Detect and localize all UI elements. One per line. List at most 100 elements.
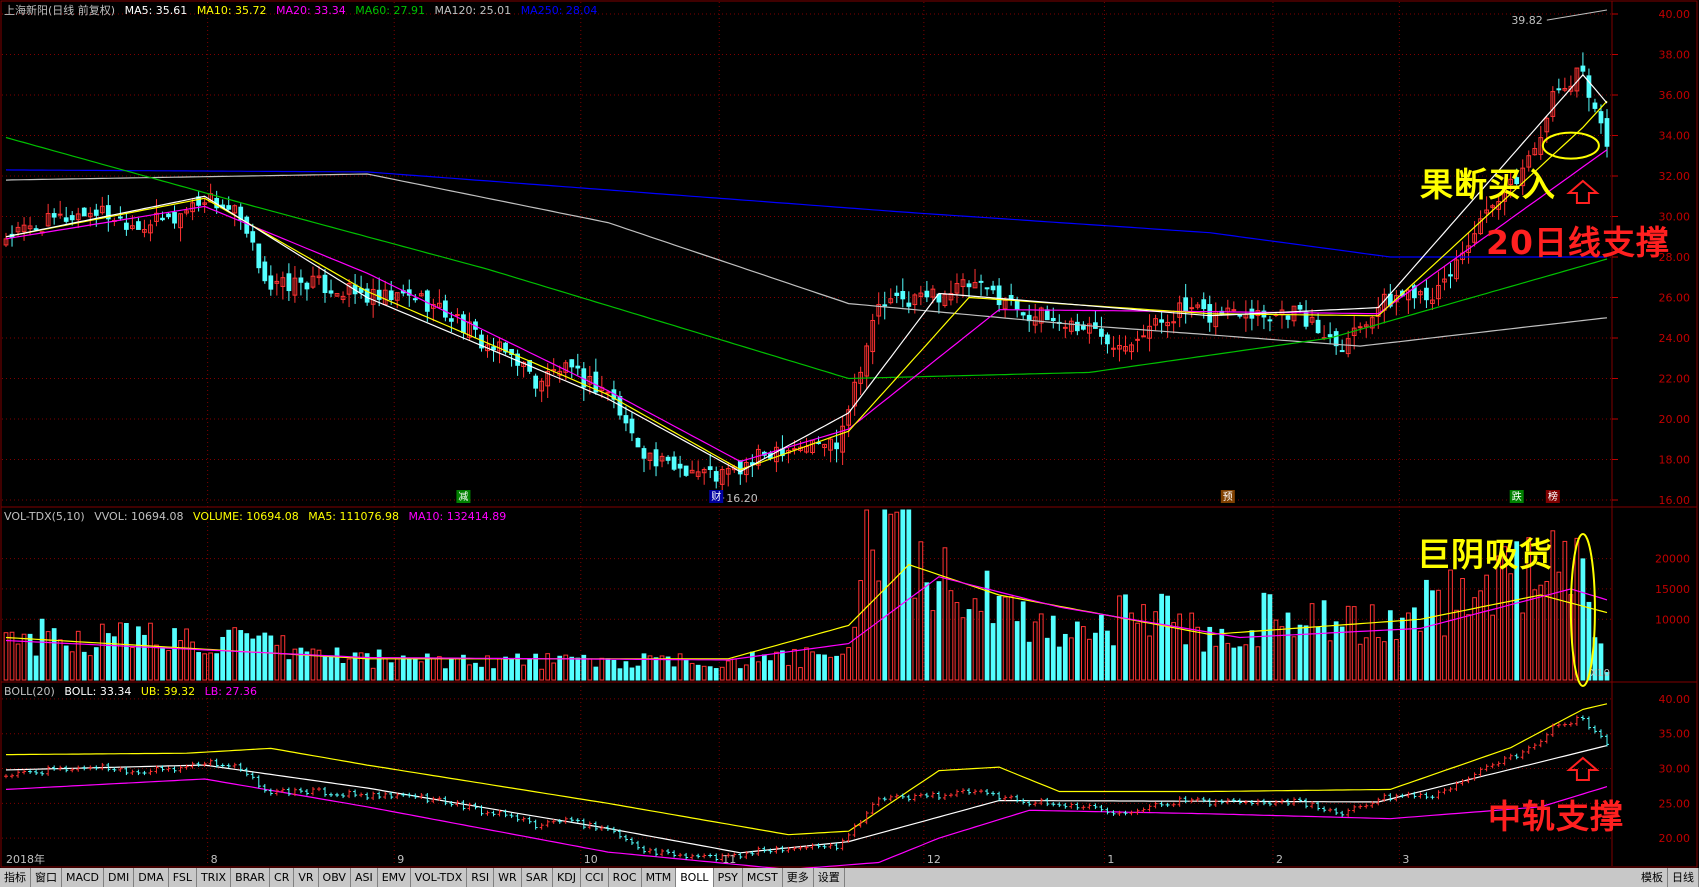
volume-bar (1093, 632, 1098, 681)
volume-bar (1418, 630, 1423, 681)
volume-bar (1363, 637, 1369, 681)
volume-bar (882, 509, 888, 681)
candle (665, 456, 671, 461)
date-label: 3 (1402, 853, 1409, 866)
date-label: 11 (722, 853, 736, 866)
indicator-tab-7[interactable]: BRAR (231, 868, 271, 887)
volume-unit-label: X10 (1590, 668, 1610, 679)
boll-tick-label: 40.00 (1659, 693, 1691, 706)
indicator-tab-9[interactable]: VR (294, 868, 319, 887)
volume-bar (1225, 642, 1231, 681)
volume-bar (1255, 646, 1261, 681)
indicator-tab-12[interactable]: EMV (378, 868, 411, 887)
indicator-tab-1[interactable]: 窗口 (31, 868, 62, 887)
indicator-tab-16[interactable]: SAR (522, 868, 554, 887)
date-label: 2018年 (6, 852, 45, 866)
indicator-tab-20[interactable]: MTM (642, 868, 677, 887)
volume-bar (33, 655, 39, 681)
volume-label: VOLUME: 10694.08 (193, 510, 299, 523)
support-arrow-icon (1566, 179, 1600, 204)
volume-bar (828, 656, 833, 681)
indicator-tab-21[interactable]: BOLL (676, 868, 714, 887)
volume-bar (822, 654, 827, 681)
volume-bar (1436, 589, 1441, 681)
candle (894, 292, 900, 296)
volume-bar (1381, 641, 1387, 681)
volume-bar (605, 658, 611, 681)
volume-bar (1020, 601, 1026, 681)
candle (322, 274, 328, 294)
volume-bar (9, 631, 15, 681)
volume-bar (852, 626, 858, 681)
volume-bar (575, 657, 581, 681)
volume-bar (3, 632, 9, 681)
indicator-tab-4[interactable]: DMA (134, 868, 169, 887)
volume-bar (1339, 626, 1345, 681)
volume-bar (1014, 621, 1020, 681)
chart-canvas[interactable]: 40.0038.0036.0034.0032.0030.0028.0026.00… (0, 0, 1699, 868)
indicator-tab-11[interactable]: ASI (351, 868, 378, 887)
volume-bar (930, 610, 936, 681)
indicator-tab-bar: 指标 窗口 MACD DMI DMA FSL TRIX BRAR CR VR OBV ASI EMV VO… (0, 868, 1699, 887)
indicator-tab-13[interactable]: VOL-TDX (411, 868, 468, 887)
volume-bar (1267, 594, 1273, 681)
volume-bar (912, 597, 918, 681)
template-button[interactable]: 模板 (1637, 868, 1668, 887)
candle (461, 314, 466, 334)
indicator-tab-18[interactable]: CCI (581, 868, 609, 887)
annotation-volume: 巨阴吸货 (1417, 535, 1553, 574)
candle (388, 290, 394, 301)
indicator-tab-24[interactable]: 更多 (783, 868, 814, 887)
candle (575, 365, 581, 369)
volume-bar (1002, 596, 1008, 681)
period-button[interactable]: 日线 (1668, 868, 1699, 887)
indicator-tab-5[interactable]: FSL (169, 868, 197, 887)
indicator-tab-23[interactable]: MCST (743, 868, 783, 887)
candle (1014, 299, 1020, 311)
indicator-tab-6[interactable]: TRIX (197, 868, 232, 887)
indicator-tab-19[interactable]: ROC (609, 868, 642, 887)
low-price-label: 16.20 (726, 492, 758, 505)
indicator-tab-17[interactable]: KDJ (553, 868, 581, 887)
candle (1598, 111, 1604, 124)
boll-tick-label: 35.00 (1659, 728, 1691, 741)
candle (250, 231, 256, 243)
volume-bar (623, 661, 629, 681)
indicator-tab-14[interactable]: RSI (467, 868, 495, 887)
volume-bar (418, 661, 424, 681)
volume-bar (984, 570, 990, 681)
volume-bar (1177, 613, 1183, 681)
candle (635, 437, 641, 448)
volume-bar (1171, 622, 1177, 681)
volume-bar (154, 644, 159, 681)
volume-bar (340, 663, 346, 681)
volume-bar (1062, 633, 1068, 681)
volume-bar (653, 657, 659, 681)
volume-bar (768, 660, 773, 681)
indicator-tab-25[interactable]: 设置 (814, 868, 845, 887)
volume-bar (611, 659, 617, 681)
candle (1062, 326, 1068, 329)
volume-bar (539, 668, 545, 681)
volume-bar (400, 655, 406, 681)
volume-bar (334, 647, 340, 681)
indicator-tab-2[interactable]: MACD (62, 868, 104, 887)
candle (268, 275, 274, 290)
indicator-tab-15[interactable]: WR (494, 868, 522, 887)
candle (1357, 326, 1363, 329)
indicator-tab-3[interactable]: DMI (104, 868, 135, 887)
volume-bar (1460, 578, 1465, 681)
indicator-tab-22[interactable]: PSY (714, 868, 743, 887)
indicator-tab-0[interactable]: 指标 (0, 868, 31, 887)
price-tick-label: 18.00 (1659, 454, 1691, 467)
volume-bar (846, 647, 851, 681)
volume-bar (864, 509, 870, 681)
candle (569, 359, 575, 368)
volume-bar (1556, 571, 1562, 681)
volume-bar (1508, 573, 1514, 681)
candle (1093, 322, 1098, 329)
volume-bar (762, 654, 767, 681)
indicator-tab-8[interactable]: CR (270, 868, 295, 887)
volume-bar (1044, 637, 1050, 681)
indicator-tab-10[interactable]: OBV (319, 868, 351, 887)
